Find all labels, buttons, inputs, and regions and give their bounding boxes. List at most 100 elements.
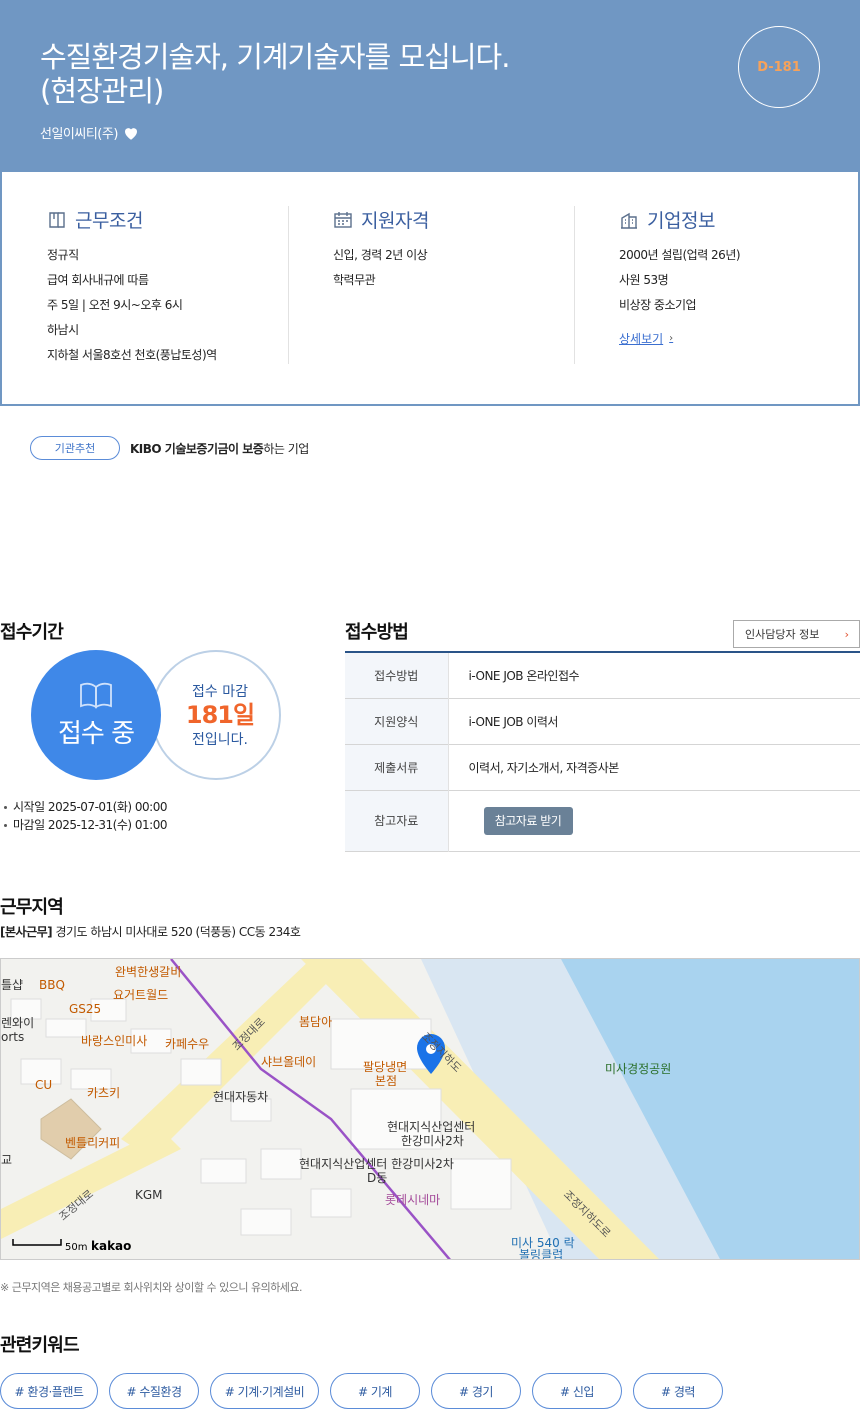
address-text: 경기도 하남시 미사대로 520 (덕풍동) CC동 234호 — [55, 925, 301, 939]
keyword-list: # 환경·플랜트 # 수질환경 # 기계·기계설비 # 기계 # 경기 # 신입… — [0, 1373, 723, 1409]
job-header: 수질환경기술자, 기계기술자를 모십니다. (현장관리) 선일이씨티(주) D-… — [0, 0, 860, 172]
status-circle: 접수 중 — [31, 650, 161, 780]
divider — [288, 206, 289, 364]
method-table: 접수방법 i-ONE JOB 온라인접수 지원양식 i-ONE JOB 이력서 … — [345, 651, 860, 852]
row-value: i-ONE JOB 이력서 — [468, 714, 559, 729]
row-value: i-ONE JOB 온라인접수 — [468, 668, 580, 683]
keyword-tag[interactable]: # 수질환경 — [109, 1373, 199, 1409]
map-label: 현대지식산업센터 한강미사2차 — [299, 1157, 454, 1171]
deadline-days: 181일 — [185, 701, 255, 729]
location-heading: 근무지역 — [0, 897, 64, 918]
location-map[interactable]: 완벽한생갈비 BBQ 요거트월드 GS25 바랑스인미사 카페수우 CU 카츠키… — [0, 958, 860, 1260]
keyword-tag[interactable]: # 기계·기계설비 — [210, 1373, 319, 1409]
map-label: BBQ — [39, 978, 65, 992]
company-info-item: 2000년 설립(업력 26년) — [619, 248, 741, 262]
recommendation-text-bold: KIBO 기술보증기금이 보증 — [130, 441, 264, 456]
deadline-line3: 전입니다. — [192, 732, 248, 748]
row-label: 참고자료 — [345, 790, 449, 851]
download-reference-button[interactable]: 참고자료 받기 — [483, 806, 573, 835]
recommendation-badge: 기관추천 — [30, 436, 120, 460]
map-label: 롯데시네마 — [385, 1193, 440, 1207]
chevron-right-icon: › — [669, 333, 674, 344]
table-row: 지원양식 i-ONE JOB 이력서 — [345, 698, 860, 744]
book-open-icon — [49, 211, 65, 228]
keyword-tag[interactable]: # 신입 — [532, 1373, 622, 1409]
map-label: 현대자동차 — [213, 1090, 268, 1104]
qualification-item: 학력무관 — [333, 273, 376, 287]
divider — [574, 206, 575, 364]
building-icon — [621, 212, 637, 229]
company-info-heading: 기업정보 — [647, 210, 715, 232]
work-condition-item: 급여 회사내규에 따름 — [47, 273, 149, 287]
map-label: orts — [1, 1030, 24, 1044]
row-label: 지원양식 — [345, 698, 449, 744]
work-conditions: 근무조건 정규직 급여 회사내규에 따름 주 5일 | 오전 9시~오후 6시 … — [47, 206, 307, 368]
map-label: 바랑스인미사 — [81, 1034, 147, 1048]
map-label: 카츠키 — [87, 1086, 120, 1100]
address-tag: [본사근무] — [0, 925, 53, 939]
recommendation-row: 기관추천 KIBO 기술보증기금이 보증하는 기업 — [30, 436, 309, 460]
work-condition-item: 주 5일 | 오전 9시~오후 6시 — [47, 298, 183, 312]
company-info-item: 사원 53명 — [619, 273, 669, 287]
map-label: 본점 — [375, 1074, 397, 1088]
keyword-tag[interactable]: # 기계 — [330, 1373, 420, 1409]
map-label: 한강미사2차 — [401, 1134, 464, 1148]
recommendation-text: KIBO 기술보증기금이 보증하는 기업 — [130, 440, 309, 457]
keyword-tag[interactable]: # 경력 — [633, 1373, 723, 1409]
table-row: 참고자료 참고자료 받기 — [345, 790, 860, 851]
map-label: 현대지식산업센터 — [387, 1120, 475, 1134]
calendar-icon — [334, 211, 352, 228]
map-label: GS25 — [69, 1002, 101, 1016]
work-conditions-heading: 근무조건 — [75, 210, 143, 232]
map-label: CU — [35, 1078, 52, 1092]
qualifications-heading: 지원자격 — [361, 210, 429, 232]
map-label: 팔당냉면 — [363, 1060, 407, 1074]
map-label: D동 — [367, 1171, 387, 1185]
job-title: 수질환경기술자, 기계기술자를 모십니다. (현장관리) — [40, 40, 510, 108]
qualification-item: 신입, 경력 2년 이상 — [333, 248, 428, 262]
summary-box: 근무조건 정규직 급여 회사내규에 따름 주 5일 | 오전 9시~오후 6시 … — [0, 172, 860, 406]
period-heading: 접수기간 — [0, 622, 64, 643]
company-name-row: 선일이씨티(주) — [40, 123, 140, 142]
location-note: ※ 근무지역은 채용공고별로 회사위치와 상이할 수 있으니 유의하세요. — [0, 1281, 303, 1294]
table-row: 접수방법 i-ONE JOB 온라인접수 — [345, 652, 860, 698]
company-detail-label: 상세보기 — [619, 332, 664, 346]
heart-icon[interactable] — [122, 124, 140, 142]
hr-info-label: 인사담당자 정보 — [745, 628, 820, 641]
map-canvas[interactable]: 완벽한생갈비 BBQ 요거트월드 GS25 바랑스인미사 카페수우 CU 카츠키… — [1, 959, 860, 1260]
end-date: 마감일 2025-12-31(수) 01:00 — [0, 816, 167, 834]
recommendation-text-rest: 하는 기업 — [263, 441, 309, 456]
company-detail-link[interactable]: 상세보기 › — [619, 330, 673, 347]
company-info: 기업정보 2000년 설립(업력 26년) 사원 53명 비상장 중소기업 상세… — [619, 206, 860, 347]
map-label: 교 — [1, 1153, 12, 1167]
chevron-right-icon: › — [844, 627, 849, 641]
map-label: KGM — [135, 1188, 163, 1202]
work-condition-item: 정규직 — [47, 248, 79, 262]
qualifications: 지원자격 신입, 경력 2년 이상 학력무관 — [333, 206, 593, 293]
map-label: 렌와이 — [1, 1016, 34, 1030]
map-label: 카페수우 — [165, 1037, 209, 1051]
start-date: 시작일 2025-07-01(화) 00:00 — [0, 798, 167, 816]
method-heading: 접수방법 — [345, 622, 409, 643]
map-label: 봄담아 — [299, 1015, 332, 1029]
map-brand: kakao — [91, 1239, 131, 1253]
map-scale-label: 50m — [65, 1242, 87, 1253]
map-label: 볼링클럽 — [519, 1248, 563, 1260]
keyword-tag[interactable]: # 경기 — [431, 1373, 521, 1409]
company-name[interactable]: 선일이씨티(주) — [40, 123, 118, 142]
keyword-tag[interactable]: # 환경·플랜트 — [0, 1373, 98, 1409]
deadline-line1: 접수 마감 — [192, 684, 248, 700]
row-value: 이력서, 자기소개서, 자격증사본 — [468, 760, 620, 775]
company-info-item: 비상장 중소기업 — [619, 298, 697, 312]
work-condition-item: 하남시 — [47, 323, 79, 337]
table-row: 제출서류 이력서, 자기소개서, 자격증사본 — [345, 744, 860, 790]
hr-info-button[interactable]: 인사담당자 정보 › — [733, 620, 860, 648]
status-label: 접수 중 — [57, 718, 135, 749]
row-label: 제출서류 — [345, 744, 449, 790]
period-dates: 시작일 2025-07-01(화) 00:00 마감일 2025-12-31(수… — [0, 798, 167, 834]
row-label: 접수방법 — [345, 652, 449, 698]
map-label: 요거트월드 — [113, 988, 168, 1002]
work-address: [본사근무] 경기도 하남시 미사대로 520 (덕풍동) CC동 234호 — [0, 923, 301, 940]
deadline-circle: 접수 마감 181일 전입니다. — [151, 650, 281, 780]
map-label: 미사경정공원 — [605, 1062, 671, 1076]
